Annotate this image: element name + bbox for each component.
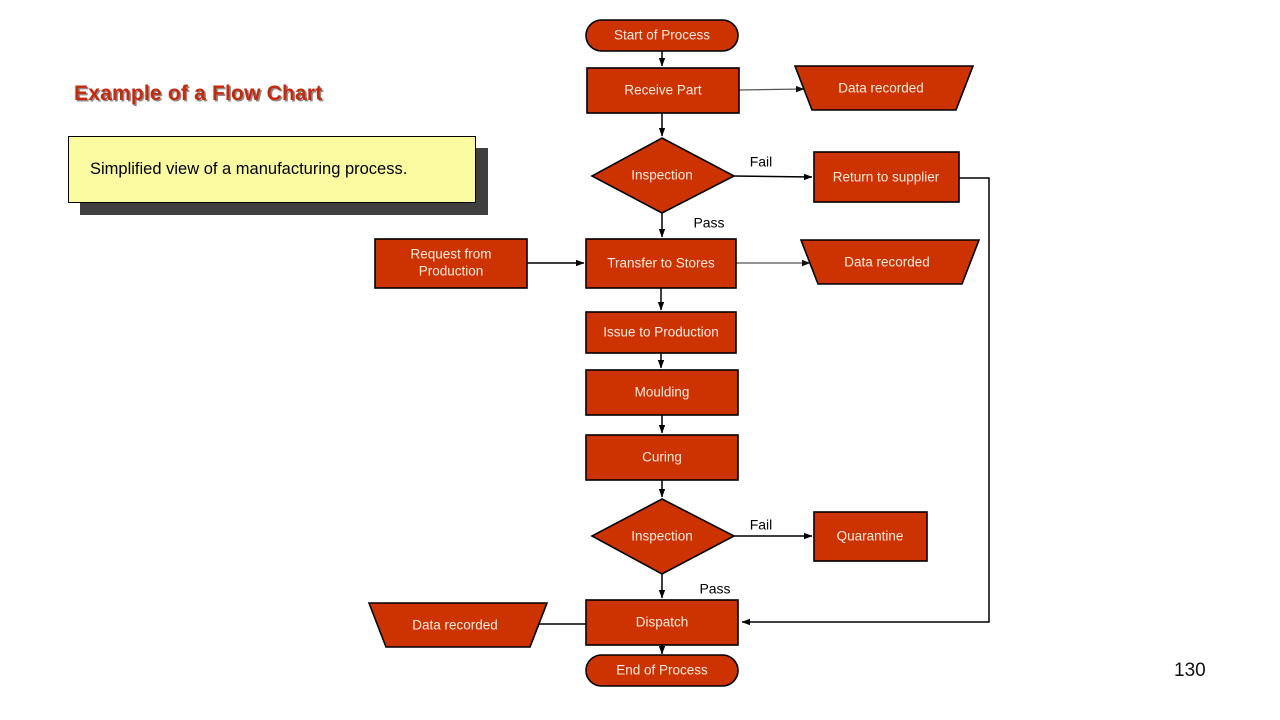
flowchart-nodes: Start of Process Receive Part Data recor…	[367, 19, 981, 687]
edge-label-fail-second: Fail	[750, 517, 773, 533]
node-quarantine[interactable]: Quarantine	[813, 511, 928, 562]
node-label-line1: Request from	[410, 247, 491, 262]
node-request-from-production[interactable]: Request from Production	[374, 238, 528, 289]
edge-inspection-fail-to-return	[732, 173, 813, 181]
node-label: Moulding	[635, 385, 690, 400]
node-label-line2: Production	[419, 264, 484, 279]
node-data-recorded-transfer[interactable]: Data recorded	[799, 239, 981, 285]
edge-label-pass-second: Pass	[699, 581, 730, 597]
node-data-recorded-receive[interactable]: Data recorded	[793, 65, 975, 111]
node-label: Transfer to Stores	[607, 256, 715, 271]
node-curing[interactable]: Curing	[585, 434, 739, 481]
node-label: Start of Process	[614, 28, 710, 43]
edge-label-fail-first: Fail	[750, 154, 773, 170]
node-label: Data recorded	[838, 81, 924, 96]
node-label: Issue to Production	[603, 325, 719, 340]
node-label: Receive Part	[624, 83, 702, 98]
flowchart-diagram: Start of Process Receive Part Data recor…	[367, 19, 990, 687]
node-label: Quarantine	[837, 529, 904, 544]
node-label: Data recorded	[844, 255, 930, 270]
node-end-of-process[interactable]: End of Process	[585, 654, 739, 687]
edge-label-pass-first: Pass	[693, 215, 724, 231]
node-label: Inspection	[631, 168, 693, 183]
edge-receive-to-data-recorded	[738, 85, 805, 93]
node-inspection-first[interactable]: Inspection	[590, 137, 736, 214]
node-data-recorded-dispatch[interactable]: Data recorded	[367, 602, 549, 648]
node-inspection-second[interactable]: Inspection	[590, 498, 736, 575]
node-label: Inspection	[631, 529, 693, 544]
node-label: End of Process	[616, 663, 708, 678]
node-moulding[interactable]: Moulding	[585, 369, 739, 416]
node-dispatch[interactable]: Dispatch	[585, 599, 739, 646]
node-label: Dispatch	[636, 615, 689, 630]
node-label: Curing	[642, 450, 682, 465]
node-label: Data recorded	[412, 618, 498, 633]
node-return-to-supplier[interactable]: Return to supplier	[813, 151, 960, 203]
node-start-of-process[interactable]: Start of Process	[585, 19, 739, 52]
node-transfer-to-stores[interactable]: Transfer to Stores	[585, 238, 737, 289]
node-receive-part[interactable]: Receive Part	[586, 67, 740, 114]
node-label: Return to supplier	[833, 170, 940, 185]
node-issue-to-production[interactable]: Issue to Production	[585, 311, 737, 354]
